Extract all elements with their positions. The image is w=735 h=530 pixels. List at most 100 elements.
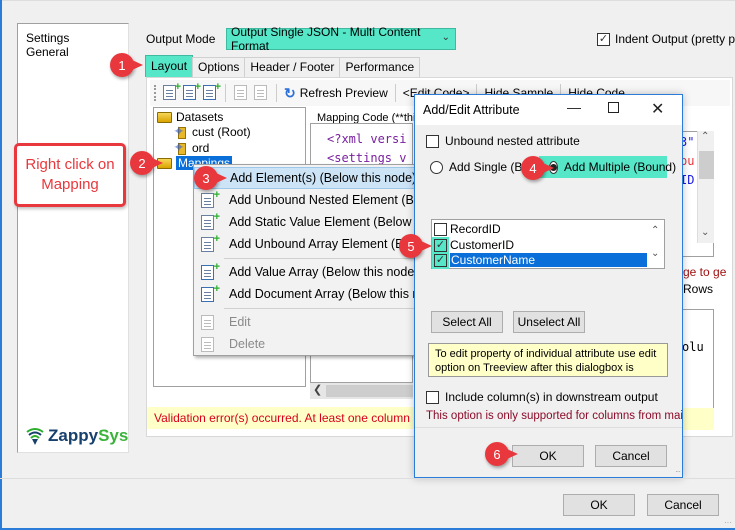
- attribute-name: RecordID: [450, 222, 501, 236]
- resize-grip-icon[interactable]: ···: [675, 468, 681, 476]
- dialog-titlebar[interactable]: Add/Edit Attribute — ✕: [415, 95, 682, 125]
- context-menu: Add Element(s) (Below this node) + Add U…: [193, 164, 423, 356]
- add-value-array-icon: +: [201, 262, 220, 281]
- preview-hint-text: ge to ge: [683, 265, 727, 279]
- callout-badge-6: 6: [485, 442, 518, 466]
- include-columns-note: This option is only supported for column…: [426, 410, 682, 422]
- callout-badge-5: 5: [399, 234, 432, 258]
- refresh-preview-button[interactable]: ↻ Refresh Preview: [284, 85, 388, 102]
- maximize-icon[interactable]: [608, 102, 619, 113]
- scroll-up-icon[interactable]: ⌃: [701, 131, 709, 142]
- add-multiple-radio[interactable]: Add Multiple (Bound): [539, 156, 676, 178]
- add-document-array-icon[interactable]: +: [182, 82, 201, 101]
- scroll-down-icon[interactable]: ⌄: [701, 227, 709, 238]
- window-top-border: [0, 0, 735, 1]
- checkbox-checked-icon[interactable]: [432, 236, 449, 254]
- close-icon[interactable]: ✕: [651, 99, 664, 119]
- add-single-radio[interactable]: Add Single (Bound): [430, 160, 529, 174]
- tab-performance[interactable]: Performance: [339, 57, 421, 77]
- add-element-icon: +: [201, 212, 220, 231]
- refresh-icon: ↻: [284, 84, 296, 101]
- unbound-nested-label: Unbound nested attribute: [445, 134, 580, 148]
- attribute-item-recordid[interactable]: RecordID: [434, 221, 648, 237]
- validation-message: Validation error(s) occurred. At least o…: [147, 407, 417, 429]
- minimize-icon[interactable]: —: [567, 99, 581, 115]
- dialog-footer-divider: [415, 427, 682, 428]
- checkbox-unchecked-icon: [426, 390, 439, 404]
- checkbox-checked-icon[interactable]: [432, 251, 449, 269]
- menu-item-label: Add Unbound Array Element (Below this no…: [229, 237, 422, 251]
- attribute-list-scrollbar[interactable]: ⌃ ⌄: [647, 220, 664, 268]
- checkbox-unchecked-icon[interactable]: [434, 222, 447, 236]
- delete-icon: [201, 337, 217, 353]
- logo-text-zappy: Zappy: [48, 426, 99, 445]
- attribute-item-customername[interactable]: CustomerName: [432, 251, 648, 269]
- delete-icon[interactable]: [253, 85, 269, 101]
- nav-item-settings[interactable]: Settings: [26, 31, 69, 45]
- include-columns-label: Include column(s) in downstream output: [445, 390, 658, 404]
- zappysys-logo: ZappySys: [25, 426, 128, 446]
- info-note: To edit property of individual attribute…: [428, 343, 668, 377]
- menu-item-delete[interactable]: Delete: [194, 333, 422, 355]
- menu-item-add-document-array[interactable]: + Add Document Array (Below this node): [194, 283, 422, 305]
- menu-item-label: Add Unbound Nested Element (Below this n…: [229, 193, 422, 207]
- include-columns-checkbox[interactable]: Include column(s) in downstream output: [426, 390, 658, 404]
- ok-button[interactable]: OK: [563, 494, 635, 516]
- tree-item-cust[interactable]: cust (Root): [173, 123, 251, 140]
- code-line: <?xml versi: [327, 132, 407, 146]
- left-nav-panel: Settings General ZappySys: [17, 23, 129, 453]
- add-element-icon[interactable]: +: [162, 82, 181, 101]
- menu-item-add-element[interactable]: Add Element(s) (Below this node): [194, 167, 422, 189]
- menu-item-label: Add Document Array (Below this node): [229, 287, 422, 301]
- attribute-list: RecordID CustomerID CustomerName ⌃ ⌄: [431, 219, 665, 269]
- dataset-node-icon: [173, 123, 188, 140]
- select-all-button[interactable]: Select All: [431, 311, 503, 333]
- toolbar-grip[interactable]: [154, 85, 156, 101]
- scroll-thumb[interactable]: [699, 151, 714, 179]
- menu-item-add-static-value-element[interactable]: + Add Static Value Element (Below this n…: [194, 211, 422, 233]
- scroll-down-icon[interactable]: ⌄: [651, 248, 659, 259]
- menu-item-label: Add Value Array (Below this node): [229, 265, 419, 279]
- scroll-up-icon[interactable]: ⌃: [651, 225, 659, 236]
- dialog-title: Add/Edit Attribute: [423, 103, 520, 117]
- edit-icon: [201, 315, 217, 331]
- cancel-button[interactable]: Cancel: [647, 494, 719, 516]
- menu-item-add-unbound-nested-element[interactable]: + Add Unbound Nested Element (Below this…: [194, 189, 422, 211]
- resize-grip-icon[interactable]: ···: [724, 518, 732, 527]
- dialog-cancel-button[interactable]: Cancel: [595, 445, 667, 467]
- output-mode-label: Output Mode: [146, 32, 216, 46]
- nav-item-general[interactable]: General: [26, 45, 69, 59]
- toolbar-separator: [225, 84, 226, 102]
- tab-layout[interactable]: Layout: [145, 55, 194, 77]
- tree-item-label: Datasets: [176, 110, 224, 124]
- window-left-border: [0, 0, 2, 530]
- output-mode-value: Output Single JSON - Multi Content Forma…: [231, 25, 421, 53]
- indent-output-checkbox[interactable]: Indent Output (pretty p: [597, 32, 735, 46]
- wifi-logo-icon: [26, 428, 44, 445]
- output-mode-select[interactable]: Output Single JSON - Multi Content Forma…: [226, 25, 456, 53]
- menu-separator: [224, 308, 420, 309]
- menu-item-add-unbound-array-element[interactable]: + Add Unbound Array Element (Below this …: [194, 233, 422, 255]
- tab-header-footer[interactable]: Header / Footer: [244, 57, 341, 77]
- menu-item-add-value-array[interactable]: + Add Value Array (Below this node): [194, 261, 422, 283]
- callout-badge-3: 3: [194, 166, 227, 190]
- tree-item-datasets[interactable]: Datasets: [157, 110, 223, 124]
- unbound-nested-checkbox[interactable]: Unbound nested attribute: [426, 134, 580, 148]
- attribute-item-customerid[interactable]: CustomerID: [432, 236, 648, 254]
- chevron-down-icon: ⌄: [441, 32, 450, 43]
- add-value-array-icon[interactable]: +: [202, 82, 221, 101]
- tab-options[interactable]: Options: [192, 57, 246, 77]
- menu-item-label: Delete: [229, 337, 266, 351]
- menu-item-edit[interactable]: Edit: [194, 311, 422, 333]
- code-horizontal-scrollbar[interactable]: ❮: [310, 383, 413, 399]
- scroll-thumb[interactable]: [326, 385, 413, 397]
- menu-item-label: Edit: [229, 315, 251, 329]
- unselect-all-button[interactable]: Unselect All: [513, 311, 585, 333]
- dialog-ok-button[interactable]: OK: [512, 445, 584, 467]
- dataset-node-icon: [173, 139, 188, 156]
- scroll-left-icon[interactable]: ❮: [313, 383, 322, 396]
- preview-output-partial: olu: [680, 309, 714, 409]
- sample-vertical-scrollbar[interactable]: ⌃ ⌄: [697, 131, 714, 243]
- edit-icon[interactable]: [233, 85, 249, 101]
- tree-item-ord[interactable]: ord: [173, 139, 209, 156]
